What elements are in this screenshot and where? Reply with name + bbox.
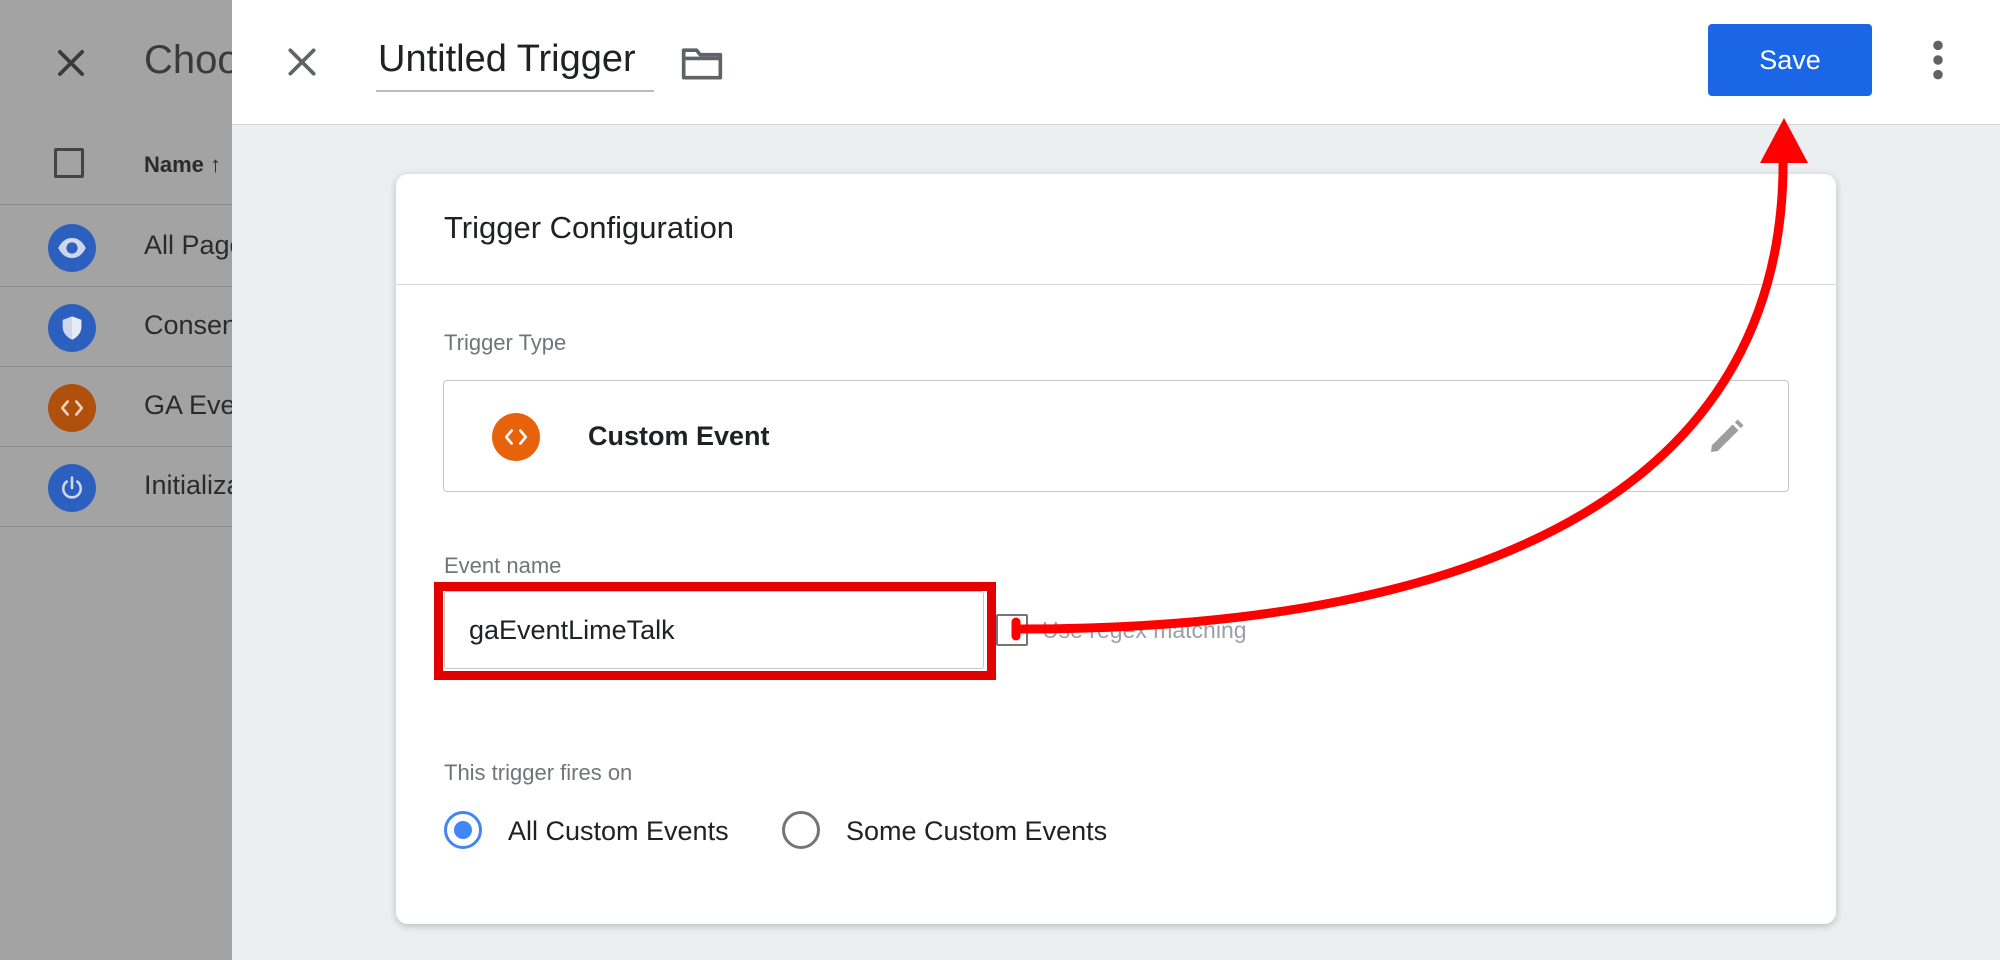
column-header-name: Name ↑: [144, 152, 222, 177]
radio-label-all-custom-events[interactable]: All Custom Events: [508, 816, 729, 847]
fires-on-label: This trigger fires on: [444, 760, 633, 785]
trigger-editor-sheet: Save Trigger Configuration Trigger Type …: [232, 0, 2000, 960]
list-item: GA Event: [0, 366, 258, 447]
more-options-icon[interactable]: [1922, 38, 1954, 82]
close-icon: [58, 50, 84, 76]
close-icon[interactable]: [282, 42, 322, 82]
list-item: Initialization - All Pages: [0, 446, 422, 527]
eye-icon: [48, 224, 96, 272]
regex-checkbox[interactable]: [996, 614, 1028, 646]
power-icon: [48, 464, 96, 512]
code-icon: [48, 384, 96, 432]
trigger-name-input[interactable]: [376, 28, 654, 92]
event-name-input[interactable]: [444, 591, 984, 669]
list-item: All Pages: [0, 206, 258, 287]
background-trigger-list: Choose a trigger Name ↑ All Pages Consen…: [0, 0, 530, 960]
radio-all-custom-events[interactable]: [444, 811, 482, 849]
trigger-type-selector[interactable]: Custom Event: [443, 380, 1789, 492]
code-icon: [492, 413, 540, 461]
select-all-checkbox: [54, 148, 84, 178]
shield-icon: [48, 304, 96, 352]
event-name-label: Event name: [444, 553, 562, 578]
save-button[interactable]: Save: [1708, 24, 1872, 96]
trigger-type-label: Trigger Type: [444, 330, 567, 355]
trigger-configuration-card: Trigger Configuration Trigger Type Custo…: [396, 174, 1836, 924]
trigger-type-name: Custom Event: [588, 421, 770, 451]
radio-some-custom-events[interactable]: [782, 811, 820, 849]
pencil-icon[interactable]: [1706, 417, 1746, 457]
regex-label: Use regex matching: [1042, 617, 1247, 643]
radio-label-some-custom-events[interactable]: Some Custom Events: [846, 816, 1107, 847]
folder-icon[interactable]: [680, 44, 724, 82]
divider: [396, 284, 1836, 285]
card-title: Trigger Configuration: [444, 210, 735, 245]
list-item: Consent Initialization - All Pages: [0, 286, 530, 367]
editor-header: Save: [232, 0, 2000, 125]
